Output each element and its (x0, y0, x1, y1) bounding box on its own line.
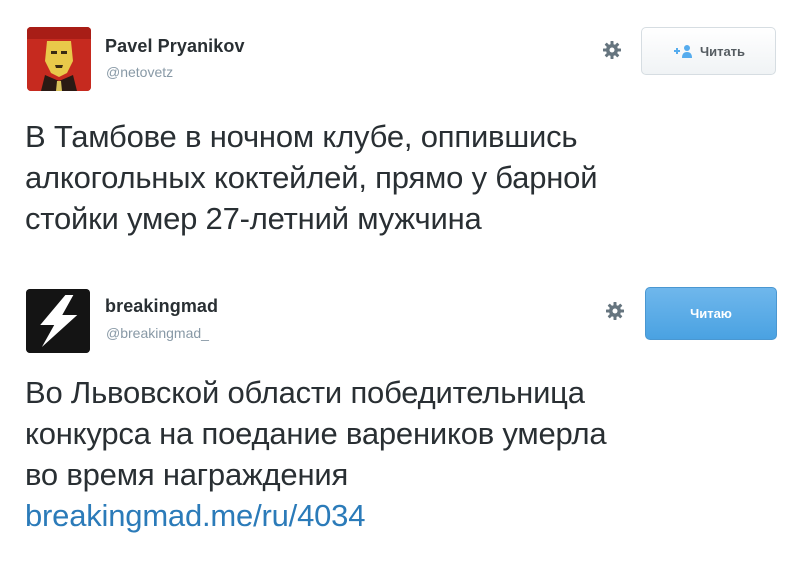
tweet-text-line: Во Львовской области победительница (25, 375, 585, 410)
user-handle[interactable]: @breakingmad_ (106, 325, 209, 341)
user-handle[interactable]: @netovetz (106, 64, 173, 80)
tweet-text-line: конкурса на поедание вареников умерла (25, 416, 607, 451)
follow-button-label: Читать (699, 43, 746, 59)
tweet-text: Во Львовской области победительница конк… (25, 372, 770, 536)
avatar[interactable] (26, 289, 90, 353)
gear-icon[interactable] (605, 301, 625, 321)
tweet-card-breakingmad: breakingmad @breakingmad_ Читаю Во Львов… (0, 272, 800, 565)
follow-button[interactable]: Читать (641, 27, 776, 75)
user-name[interactable]: Pavel Pryanikov (105, 36, 245, 57)
tweet-text-line: алкогольных коктейлей, прямо у барной (25, 160, 598, 195)
following-button[interactable]: Читаю (645, 287, 777, 340)
add-user-icon (673, 45, 692, 58)
avatar[interactable] (27, 27, 91, 91)
tweet-text-line: В Тамбове в ночном клубе, оппившись (25, 119, 578, 154)
tweet-link[interactable]: breakingmad.me/ru/4034 (25, 498, 365, 533)
gear-icon[interactable] (602, 40, 622, 60)
tweet-text: В Тамбове в ночном клубе, оппившись алко… (25, 116, 770, 239)
user-name[interactable]: breakingmad (105, 296, 218, 317)
tweet-text-line: во время награждения (25, 457, 349, 492)
following-button-label: Читаю (690, 306, 732, 321)
tweet-card-pavel: Pavel Pryanikov @netovetz Читать В Тамбо… (0, 0, 800, 272)
tweet-text-line: стойки умер 27-летний мужчина (25, 201, 482, 236)
